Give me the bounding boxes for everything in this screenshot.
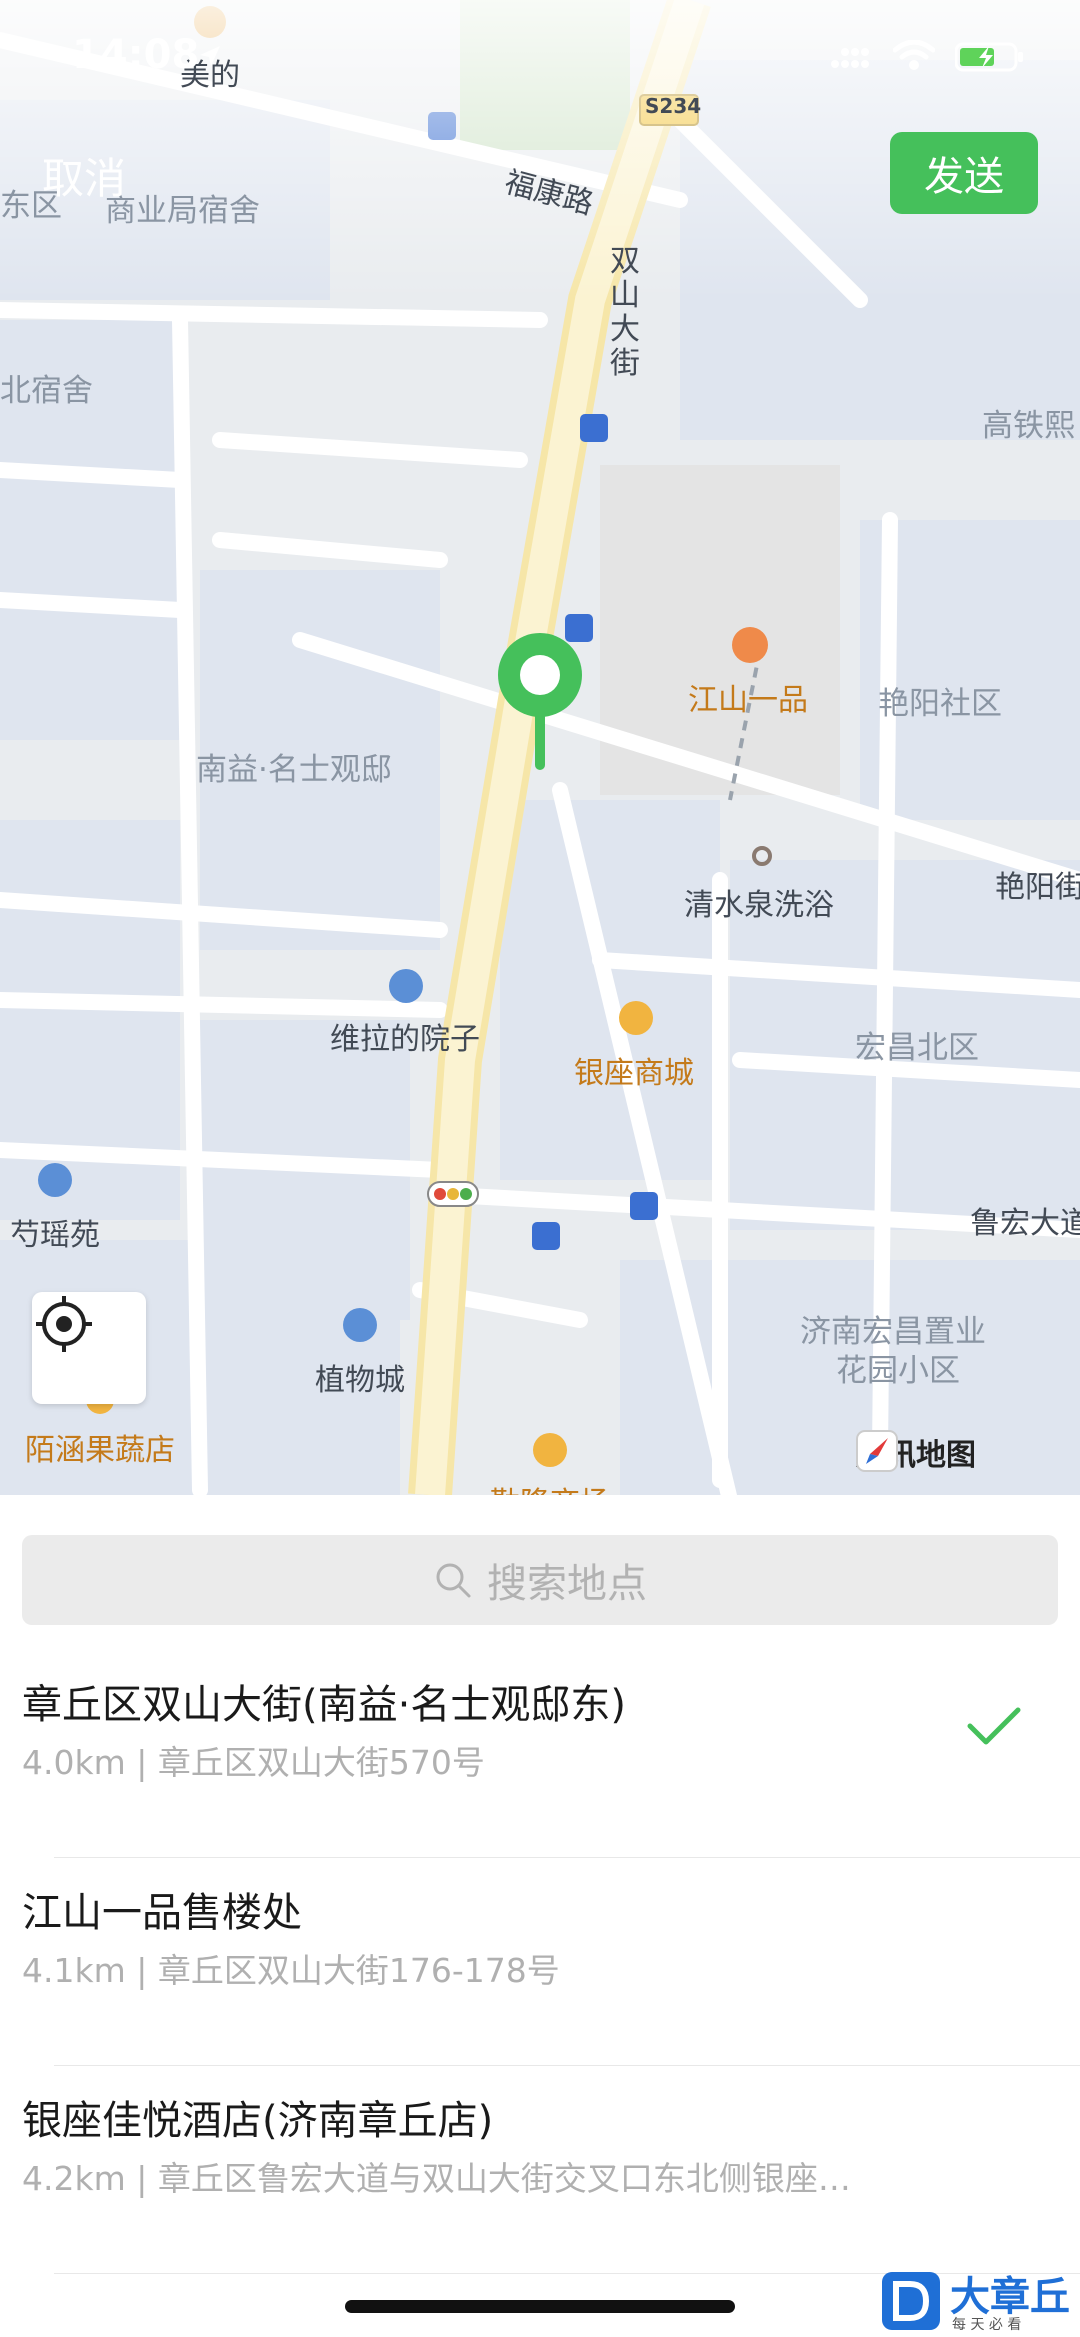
status-bar: 14:08 <box>0 0 1080 120</box>
result-subtitle: 4.2km | 章丘区鲁宏大道与双山大街交叉口东北侧银座… <box>22 2159 851 2198</box>
status-time: 14:08 <box>72 32 200 78</box>
map-label-luhong: 鲁宏大道 <box>970 1206 1080 1241</box>
map-label-garden: 花园小区 <box>836 1353 960 1389</box>
map-label-shuangshan-street: 双山大街 <box>610 244 640 381</box>
map-label-yinzuo: 银座商城 <box>574 1056 694 1091</box>
place-picker-sheet: 搜索地点 章丘区双山大街(南益·名士观邸东) 4.0km | 章丘区双山大街57… <box>0 1495 1080 2337</box>
map-label-qingshui: 清水泉洗浴 <box>684 888 834 923</box>
crosshair-icon <box>36 1296 92 1352</box>
checkmark-icon <box>967 1707 1021 1745</box>
result-item[interactable]: 章丘区双山大街(南益·名士观邸东) 4.0km | 章丘区双山大街570号 <box>0 1650 1080 1858</box>
result-title: 章丘区双山大街(南益·名士观邸东) <box>22 1682 626 1728</box>
watermark-tagline: 每 天 必 看 <box>952 2317 1022 2333</box>
send-button[interactable]: 发送 <box>890 132 1038 214</box>
result-title: 银座佳悦酒店(济南章丘店) <box>22 2098 494 2144</box>
map-label-hongchang-north: 宏昌北区 <box>855 1030 979 1066</box>
search-icon <box>436 1563 471 1598</box>
tencent-map-logo: 腾讯地图 <box>856 1430 976 1474</box>
map-label-qinlong: 勤隆商场 <box>490 1478 610 1495</box>
signal-icon <box>831 48 869 68</box>
map-label-shangye: 商业局宿舍 <box>105 193 260 229</box>
map-label-yanyangjie: 艳阳街 <box>995 870 1080 905</box>
compass-logo-icon <box>856 1430 898 1472</box>
map-label-weila: 维拉的院子 <box>330 1022 480 1057</box>
home-indicator[interactable] <box>345 2300 735 2313</box>
watermark-logo-icon <box>882 2272 940 2330</box>
search-placeholder: 搜索地点 <box>487 1561 647 1607</box>
locate-me-button[interactable] <box>32 1292 146 1404</box>
map-label-gaotie: 高铁熙 <box>982 408 1075 444</box>
wifi-icon <box>893 40 935 70</box>
location-arrow-icon <box>200 46 220 66</box>
result-subtitle: 4.0km | 章丘区双山大街570号 <box>22 1743 485 1782</box>
result-subtitle: 4.1km | 章丘区双山大街176-178号 <box>22 1951 560 1990</box>
map-label-zhiwu: 植物城 <box>315 1363 405 1398</box>
map-label-moxian: 陌涵果蔬店 <box>25 1433 175 1468</box>
battery-charging-icon <box>955 42 1023 72</box>
result-item[interactable]: 江山一品售楼处 4.1km | 章丘区双山大街176-178号 <box>0 1858 1080 2066</box>
map-view[interactable]: 美的 东区 商业局宿舍 福康路 S234 双山大街 北宿舍 高铁熙 江山一品 艳… <box>0 0 1080 1495</box>
map-label-shaoyao: 芍瑶苑 <box>10 1218 100 1253</box>
map-label-nanyi: 南益·名士观邸 <box>196 752 392 788</box>
map-label-jiangshan: 江山一品 <box>688 683 808 718</box>
search-input[interactable]: 搜索地点 <box>22 1535 1058 1625</box>
watermark: 大章丘 每 天 必 看 <box>880 2264 1080 2337</box>
result-item[interactable]: 银座佳悦酒店(济南章丘店) 4.2km | 章丘区鲁宏大道与双山大街交叉口东北侧… <box>0 2066 1080 2274</box>
result-title: 江山一品售楼处 <box>22 1890 302 1936</box>
map-label-yanyang: 艳阳社区 <box>878 686 1002 722</box>
map-label-beisu: 北宿舍 <box>0 373 93 409</box>
cancel-button[interactable]: 取消 <box>42 145 126 206</box>
